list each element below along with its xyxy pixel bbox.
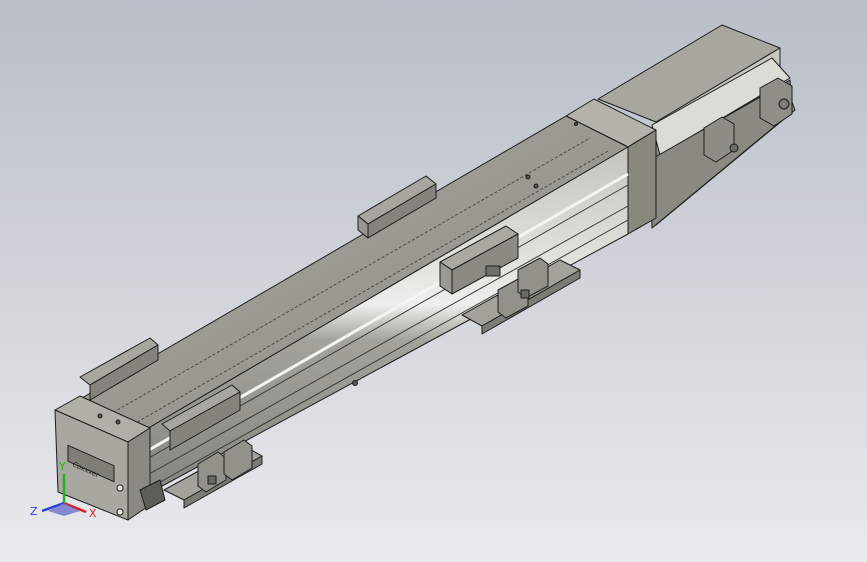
carriage-screw xyxy=(485,265,501,277)
cad-viewport[interactable]: Coxxxer X Y Z xyxy=(0,0,867,562)
triad-x-label: X xyxy=(89,507,97,520)
triad-y-label: Y xyxy=(58,460,66,473)
sensor-knob xyxy=(520,289,530,299)
motor-end-knob xyxy=(778,98,790,110)
motor-connector-knob xyxy=(729,143,739,153)
top-hole xyxy=(533,183,539,189)
sensor-knob xyxy=(207,475,217,485)
top-hole xyxy=(525,174,531,180)
cad-canvas[interactable]: Coxxxer X Y Z xyxy=(0,0,867,562)
endcap-hole xyxy=(116,508,124,516)
triad-z-label: Z xyxy=(30,505,38,518)
endcap-hole xyxy=(97,413,103,419)
side-hole xyxy=(352,380,358,386)
endcap-hole xyxy=(116,484,124,492)
top-hole xyxy=(574,122,578,126)
endcap-hole xyxy=(115,419,121,425)
